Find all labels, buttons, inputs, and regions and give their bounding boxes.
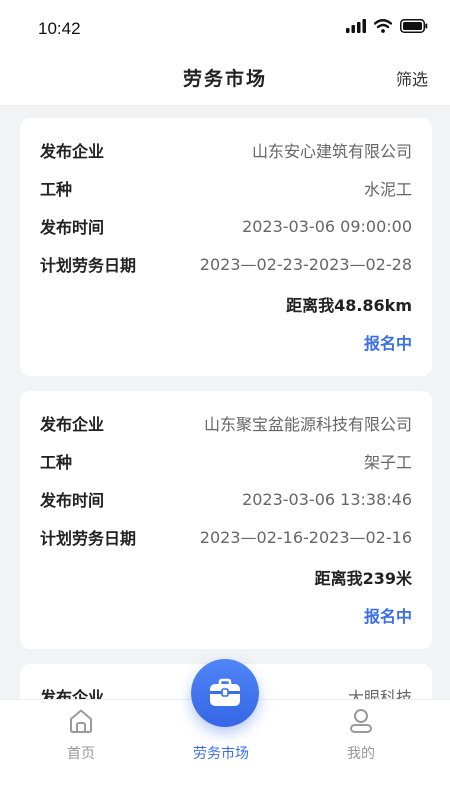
company-value: 山东聚宝盆能源科技有限公司 — [203, 415, 412, 434]
company-value: 山东安心建筑有限公司 — [251, 142, 412, 161]
tab-mine-label: 我的 — [347, 746, 375, 762]
job-list[interactable]: 发布企业 山东安心建筑有限公司 工种 水泥工 发布时间 2023-03-06 0… — [0, 107, 450, 699]
distance-text: 距离我48.86km — [286, 296, 412, 315]
job-card[interactable]: 发布企业 山东安心建筑有限公司 工种 水泥工 发布时间 2023-03-06 0… — [20, 118, 432, 376]
plan-date-value: 2023—02-23-2023—02-28 — [199, 254, 412, 274]
publish-time-label: 发布时间 — [40, 491, 105, 510]
plan-date-value: 2023—02-16-2023—02-16 — [199, 527, 412, 547]
plan-date-row: 计划劳务日期 2023—02-23-2023—02-28 — [40, 252, 412, 276]
home-icon — [70, 709, 92, 733]
briefcase-icon — [210, 678, 240, 706]
job-type-row: 工种 水泥工 — [40, 176, 412, 200]
tab-home-label: 首页 — [67, 746, 95, 762]
signal-icon — [346, 19, 366, 33]
filter-button[interactable]: 筛选 — [396, 66, 428, 90]
job-type-value: 架子工 — [363, 453, 412, 472]
user-icon — [350, 709, 372, 733]
company-label: 发布企业 — [40, 142, 105, 161]
company-row: 发布企业 山东聚宝盆能源科技有限公司 — [40, 411, 412, 435]
job-type-label: 工种 — [40, 180, 73, 199]
publish-time-value: 2023-03-06 09:00:00 — [242, 216, 412, 236]
tab-home[interactable]: 首页 — [21, 700, 141, 780]
company-label: 发布企业 — [40, 688, 105, 699]
battery-icon — [400, 19, 428, 33]
plan-date-label: 计划劳务日期 — [40, 529, 137, 548]
market-fab-button[interactable] — [191, 659, 259, 727]
company-value: 大眼科技 — [347, 688, 412, 699]
plan-date-label: 计划劳务日期 — [40, 256, 137, 275]
job-card[interactable]: 发布企业 山东聚宝盆能源科技有限公司 工种 架子工 发布时间 2023-03-0… — [20, 391, 432, 649]
status-icons — [346, 19, 428, 33]
company-label: 发布企业 — [40, 415, 105, 434]
wifi-icon — [374, 19, 392, 33]
tab-mine[interactable]: 我的 — [301, 700, 421, 780]
page-title: 劳务市场 — [182, 68, 267, 90]
distance-text: 距离我239米 — [314, 569, 412, 588]
status-time: 10:42 — [38, 19, 81, 38]
signup-status[interactable]: 报名中 — [364, 603, 412, 627]
job-type-label: 工种 — [40, 453, 73, 472]
plan-date-row: 计划劳务日期 2023—02-16-2023—02-16 — [40, 525, 412, 549]
signup-status[interactable]: 报名中 — [364, 330, 412, 354]
status-bar: 10:42 — [0, 0, 450, 56]
publish-time-row: 发布时间 2023-03-06 13:38:46 — [40, 487, 412, 511]
publish-time-row: 发布时间 2023-03-06 09:00:00 — [40, 214, 412, 238]
job-type-row: 工种 架子工 — [40, 449, 412, 473]
tab-market-label: 劳务市场 — [193, 746, 249, 762]
job-type-value: 水泥工 — [363, 180, 412, 199]
publish-time-value: 2023-03-06 13:38:46 — [242, 489, 412, 509]
nav-bar: 劳务市场 筛选 — [0, 56, 450, 106]
publish-time-label: 发布时间 — [40, 218, 105, 237]
company-row: 发布企业 山东安心建筑有限公司 — [40, 138, 412, 162]
